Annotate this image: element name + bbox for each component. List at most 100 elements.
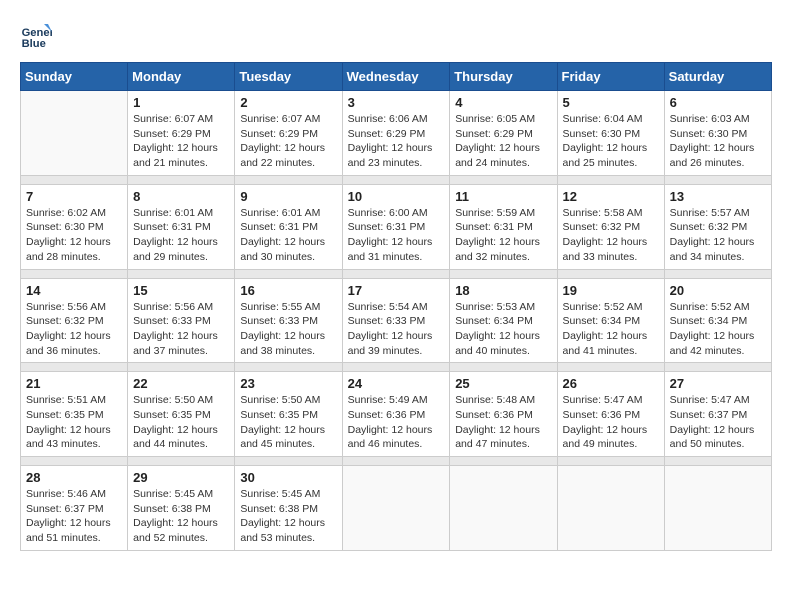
day-info: Sunrise: 5:45 AMSunset: 6:38 PMDaylight:…	[240, 487, 336, 546]
calendar-cell	[450, 466, 557, 551]
row-divider	[21, 363, 772, 372]
day-info: Sunrise: 5:52 AMSunset: 6:34 PMDaylight:…	[670, 300, 766, 359]
calendar-cell: 16Sunrise: 5:55 AMSunset: 6:33 PMDayligh…	[235, 278, 342, 363]
day-number: 25	[455, 376, 551, 391]
calendar-cell: 19Sunrise: 5:52 AMSunset: 6:34 PMDayligh…	[557, 278, 664, 363]
day-number: 4	[455, 95, 551, 110]
calendar-week-row: 7 Sunrise: 6:02 AMSunset: 6:30 PMDaylight…	[21, 184, 772, 269]
day-number: 16	[240, 283, 336, 298]
day-info: Sunrise: 5:48 AMSunset: 6:36 PMDaylight:…	[455, 393, 551, 452]
calendar-cell	[342, 466, 450, 551]
day-number: 10	[348, 189, 445, 204]
row-divider	[21, 175, 772, 184]
svg-text:General: General	[22, 27, 52, 39]
col-header-saturday: Saturday	[664, 63, 771, 91]
calendar-cell: 24 Sunrise: 5:49 AMSunset: 6:36 PMDayligh…	[342, 372, 450, 457]
calendar-cell	[664, 466, 771, 551]
calendar-cell: 30Sunrise: 5:45 AMSunset: 6:38 PMDayligh…	[235, 466, 342, 551]
col-header-tuesday: Tuesday	[235, 63, 342, 91]
logo: General Blue	[20, 20, 56, 52]
day-info: Sunrise: 6:05 AMSunset: 6:29 PMDaylight:…	[455, 112, 551, 171]
row-divider	[21, 269, 772, 278]
calendar-cell: 3 Sunrise: 6:06 AMSunset: 6:29 PMDaylight…	[342, 91, 450, 176]
calendar-cell: 14Sunrise: 5:56 AMSunset: 6:32 PMDayligh…	[21, 278, 128, 363]
day-number: 2	[240, 95, 336, 110]
day-number: 24	[348, 376, 445, 391]
day-info: Sunrise: 6:07 AMSunset: 6:29 PMDaylight:…	[133, 112, 229, 171]
day-number: 15	[133, 283, 229, 298]
day-info: Sunrise: 6:03 AMSunset: 6:30 PMDaylight:…	[670, 112, 766, 171]
calendar-cell: 10 Sunrise: 6:00 AMSunset: 6:31 PMDayligh…	[342, 184, 450, 269]
day-info: Sunrise: 5:57 AMSunset: 6:32 PMDaylight:…	[670, 206, 766, 265]
day-info: Sunrise: 5:53 AMSunset: 6:34 PMDaylight:…	[455, 300, 551, 359]
page-header: General Blue	[20, 20, 772, 52]
day-number: 9	[240, 189, 336, 204]
day-number: 19	[563, 283, 659, 298]
calendar-cell: 26 Sunrise: 5:47 AMSunset: 6:36 PMDayligh…	[557, 372, 664, 457]
calendar-week-row: 21 Sunrise: 5:51 AMSunset: 6:35 PMDayligh…	[21, 372, 772, 457]
day-info: Sunrise: 5:56 AMSunset: 6:32 PMDaylight:…	[26, 300, 122, 359]
day-number: 18	[455, 283, 551, 298]
day-number: 21	[26, 376, 122, 391]
day-number: 7	[26, 189, 122, 204]
calendar-cell: 17Sunrise: 5:54 AMSunset: 6:33 PMDayligh…	[342, 278, 450, 363]
col-header-monday: Monday	[128, 63, 235, 91]
day-info: Sunrise: 5:54 AMSunset: 6:33 PMDaylight:…	[348, 300, 445, 359]
day-info: Sunrise: 6:02 AMSunset: 6:30 PMDaylight:…	[26, 206, 122, 265]
day-info: Sunrise: 6:01 AMSunset: 6:31 PMDaylight:…	[240, 206, 336, 265]
calendar-cell: 21 Sunrise: 5:51 AMSunset: 6:35 PMDayligh…	[21, 372, 128, 457]
day-info: Sunrise: 5:47 AMSunset: 6:37 PMDaylight:…	[670, 393, 766, 452]
calendar-cell: 2 Sunrise: 6:07 AMSunset: 6:29 PMDaylight…	[235, 91, 342, 176]
calendar-header-row: SundayMondayTuesdayWednesdayThursdayFrid…	[21, 63, 772, 91]
day-info: Sunrise: 6:00 AMSunset: 6:31 PMDaylight:…	[348, 206, 445, 265]
calendar-week-row: 14Sunrise: 5:56 AMSunset: 6:32 PMDayligh…	[21, 278, 772, 363]
day-number: 22	[133, 376, 229, 391]
day-number: 28	[26, 470, 122, 485]
day-info: Sunrise: 6:06 AMSunset: 6:29 PMDaylight:…	[348, 112, 445, 171]
day-info: Sunrise: 5:59 AMSunset: 6:31 PMDaylight:…	[455, 206, 551, 265]
calendar-cell: 11 Sunrise: 5:59 AMSunset: 6:31 PMDayligh…	[450, 184, 557, 269]
day-info: Sunrise: 6:01 AMSunset: 6:31 PMDaylight:…	[133, 206, 229, 265]
day-number: 27	[670, 376, 766, 391]
day-number: 12	[563, 189, 659, 204]
calendar-cell: 4 Sunrise: 6:05 AMSunset: 6:29 PMDaylight…	[450, 91, 557, 176]
calendar-cell: 1 Sunrise: 6:07 AMSunset: 6:29 PMDaylight…	[128, 91, 235, 176]
calendar-cell	[21, 91, 128, 176]
calendar-cell: 22Sunrise: 5:50 AMSunset: 6:35 PMDayligh…	[128, 372, 235, 457]
calendar-cell: 13 Sunrise: 5:57 AMSunset: 6:32 PMDayligh…	[664, 184, 771, 269]
day-info: Sunrise: 5:49 AMSunset: 6:36 PMDaylight:…	[348, 393, 445, 452]
day-number: 29	[133, 470, 229, 485]
calendar-table: SundayMondayTuesdayWednesdayThursdayFrid…	[20, 62, 772, 551]
day-number: 11	[455, 189, 551, 204]
day-info: Sunrise: 6:07 AMSunset: 6:29 PMDaylight:…	[240, 112, 336, 171]
col-header-wednesday: Wednesday	[342, 63, 450, 91]
day-number: 26	[563, 376, 659, 391]
day-number: 1	[133, 95, 229, 110]
day-number: 5	[563, 95, 659, 110]
calendar-cell: 18 Sunrise: 5:53 AMSunset: 6:34 PMDayligh…	[450, 278, 557, 363]
day-info: Sunrise: 5:47 AMSunset: 6:36 PMDaylight:…	[563, 393, 659, 452]
calendar-cell: 23 Sunrise: 5:50 AMSunset: 6:35 PMDayligh…	[235, 372, 342, 457]
day-info: Sunrise: 5:50 AMSunset: 6:35 PMDaylight:…	[240, 393, 336, 452]
col-header-thursday: Thursday	[450, 63, 557, 91]
day-number: 13	[670, 189, 766, 204]
col-header-friday: Friday	[557, 63, 664, 91]
calendar-cell: 25 Sunrise: 5:48 AMSunset: 6:36 PMDayligh…	[450, 372, 557, 457]
day-info: Sunrise: 6:04 AMSunset: 6:30 PMDaylight:…	[563, 112, 659, 171]
day-number: 6	[670, 95, 766, 110]
day-number: 3	[348, 95, 445, 110]
day-info: Sunrise: 5:56 AMSunset: 6:33 PMDaylight:…	[133, 300, 229, 359]
svg-text:Blue: Blue	[22, 38, 46, 50]
col-header-sunday: Sunday	[21, 63, 128, 91]
calendar-cell: 7 Sunrise: 6:02 AMSunset: 6:30 PMDaylight…	[21, 184, 128, 269]
calendar-cell: 28Sunrise: 5:46 AMSunset: 6:37 PMDayligh…	[21, 466, 128, 551]
day-number: 20	[670, 283, 766, 298]
row-divider	[21, 457, 772, 466]
day-info: Sunrise: 5:51 AMSunset: 6:35 PMDaylight:…	[26, 393, 122, 452]
logo-icon: General Blue	[20, 20, 52, 52]
calendar-cell: 6 Sunrise: 6:03 AMSunset: 6:30 PMDaylight…	[664, 91, 771, 176]
calendar-cell: 5 Sunrise: 6:04 AMSunset: 6:30 PMDaylight…	[557, 91, 664, 176]
calendar-cell: 20 Sunrise: 5:52 AMSunset: 6:34 PMDayligh…	[664, 278, 771, 363]
day-number: 23	[240, 376, 336, 391]
calendar-cell: 12Sunrise: 5:58 AMSunset: 6:32 PMDayligh…	[557, 184, 664, 269]
